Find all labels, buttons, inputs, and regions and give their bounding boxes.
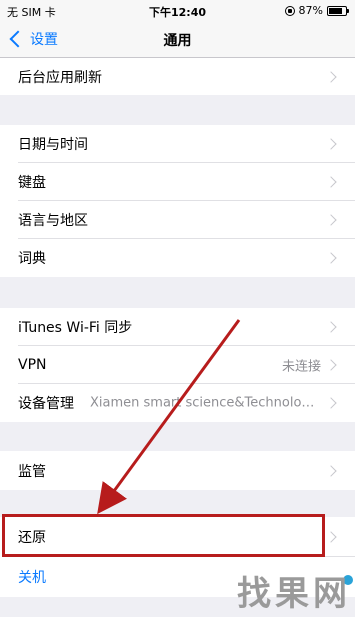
watermark: 找果网 (237, 574, 351, 614)
annotation-arrow (97, 319, 241, 515)
